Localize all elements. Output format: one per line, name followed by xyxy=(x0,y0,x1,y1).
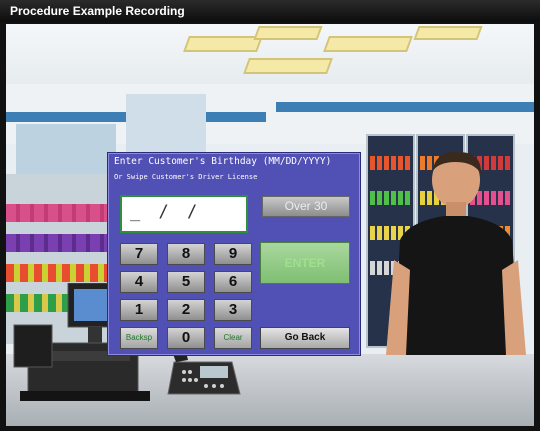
window-pane xyxy=(16,124,116,174)
keypad-5-button[interactable]: 5 xyxy=(167,271,205,293)
prompt-subheading: Or Swipe Customer's Driver License xyxy=(114,173,258,181)
enter-button[interactable]: ENTER xyxy=(260,242,350,284)
prompt-heading: Enter Customer's Birthday (MM/DD/YYYY) xyxy=(114,156,332,167)
app-window: Procedure Example Recording Enter Custom… xyxy=(0,0,540,431)
shelf-products xyxy=(6,204,116,222)
keypad-2-button[interactable]: 2 xyxy=(167,299,205,321)
go-back-button[interactable]: Go Back xyxy=(260,327,350,349)
cashier-person xyxy=(386,150,526,355)
keypad-9-button[interactable]: 9 xyxy=(214,243,252,265)
ceiling-light xyxy=(183,36,263,52)
keypad-7-button[interactable]: 7 xyxy=(120,243,158,265)
ceiling-light xyxy=(243,58,333,74)
ceiling-light xyxy=(413,26,483,40)
keypad-3-button[interactable]: 3 xyxy=(214,299,252,321)
birthday-input-value: _ / / xyxy=(130,202,202,222)
title-bar: Procedure Example Recording xyxy=(0,0,540,22)
keypad-0-button[interactable]: 0 xyxy=(167,327,205,349)
ceiling-light xyxy=(323,36,413,52)
shelf-products xyxy=(6,264,116,282)
ceiling-light xyxy=(253,26,323,40)
keypad-4-button[interactable]: 4 xyxy=(120,271,158,293)
clear-button[interactable]: Clear xyxy=(214,327,252,349)
shelf-products xyxy=(6,234,116,252)
keypad-8-button[interactable]: 8 xyxy=(167,243,205,265)
keypad-1-button[interactable]: 1 xyxy=(120,299,158,321)
over-30-button[interactable]: Over 30 xyxy=(262,196,350,217)
keypad-6-button[interactable]: 6 xyxy=(214,271,252,293)
backspace-button[interactable]: Backsp xyxy=(120,327,158,349)
birthday-input-display[interactable]: _ / / xyxy=(120,195,248,233)
wall-stripe xyxy=(276,102,534,112)
birthday-entry-panel: Enter Customer's Birthday (MM/DD/YYYY) O… xyxy=(107,152,361,356)
window-title: Procedure Example Recording xyxy=(10,4,185,18)
